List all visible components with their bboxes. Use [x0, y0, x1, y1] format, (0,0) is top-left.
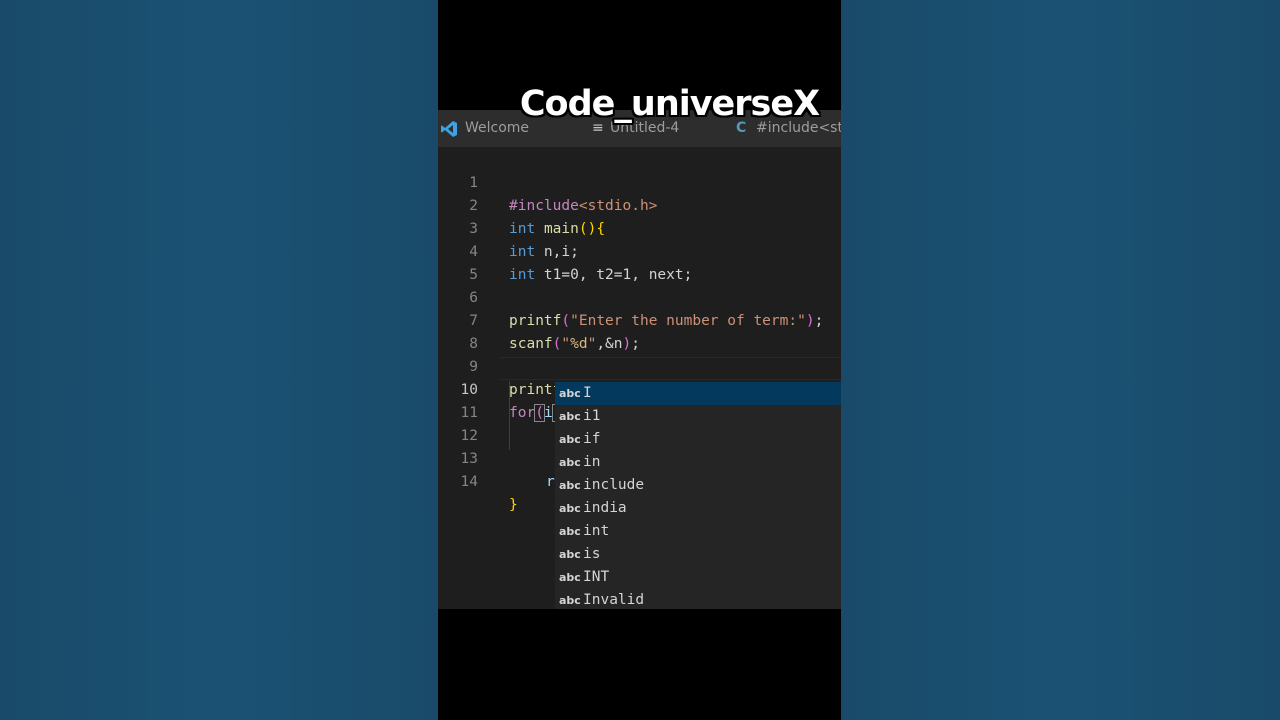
suggestion-item[interactable]: abc I [555, 382, 841, 405]
text-word-icon: abc [559, 479, 581, 492]
text-word-icon: abc [559, 571, 581, 584]
background-right [841, 0, 1280, 720]
suggestion-item[interactable]: abc in [555, 451, 841, 474]
suggestion-label: i1 [583, 408, 601, 424]
channel-watermark: Code_universeX [519, 84, 820, 124]
suggestion-item[interactable]: abc if [555, 428, 841, 451]
code-line: 7 scanf("%d",&n); [438, 287, 841, 352]
code-line: 8 [438, 310, 841, 352]
background-left [0, 0, 438, 720]
code-line: 5 [438, 241, 841, 283]
code-line: 9 printf("Fibonacci series:"); [438, 333, 841, 398]
video-frame: Welcome ≡ Untitled-4 C #include<std 1 #i… [438, 0, 841, 720]
text-word-icon: abc [559, 387, 581, 400]
line-number: 14 [460, 474, 478, 490]
suggestion-label: in [583, 454, 601, 470]
suggestion-label: int [583, 523, 610, 539]
suggestion-item[interactable]: abc include [555, 474, 841, 497]
text-word-icon: abc [559, 502, 581, 515]
text-word-icon: abc [559, 433, 581, 446]
text-word-icon: abc [559, 525, 581, 538]
text-word-icon: abc [559, 410, 581, 423]
text-word-icon: abc [559, 548, 581, 561]
code-line: 4 int t1=0, t2=1, next; [438, 218, 841, 283]
suggestion-item[interactable]: abc INT [555, 566, 841, 589]
suggestion-item[interactable]: abc india [555, 497, 841, 520]
text-word-icon: abc [559, 456, 581, 469]
suggestion-item[interactable]: abc is [555, 543, 841, 566]
suggestion-label: I [583, 385, 592, 401]
code-line: 2 int main(){ [438, 172, 841, 237]
suggestion-label: india [583, 500, 627, 516]
code-line: 3 int n,i; [438, 195, 841, 260]
code-line: 10 for(i) [438, 356, 841, 422]
suggestion-label: INT [583, 569, 610, 585]
suggestion-label: include [583, 477, 645, 493]
autocomplete-suggestions: abc I abc i1 abc if abc in abc include a… [555, 382, 841, 609]
code-line: 1 #include<stdio.h> [438, 149, 841, 214]
suggestion-item[interactable]: abc int [555, 520, 841, 543]
text-word-icon: abc [559, 594, 581, 607]
code-editor: Welcome ≡ Untitled-4 C #include<std 1 #i… [438, 110, 841, 609]
line-text: } [509, 497, 518, 513]
suggestion-label: if [583, 431, 601, 447]
suggestion-label: is [583, 546, 601, 562]
suggestion-label: Invalid [583, 592, 645, 608]
code-area[interactable]: 1 #include<stdio.h> 2 int main(){ 3 int … [438, 149, 841, 609]
suggestion-item[interactable]: abc Invalid [555, 589, 841, 609]
suggestion-item[interactable]: abc i1 [555, 405, 841, 428]
code-line: 6 printf("Enter the number of term:"); [438, 264, 841, 329]
line-text: r [546, 474, 555, 490]
